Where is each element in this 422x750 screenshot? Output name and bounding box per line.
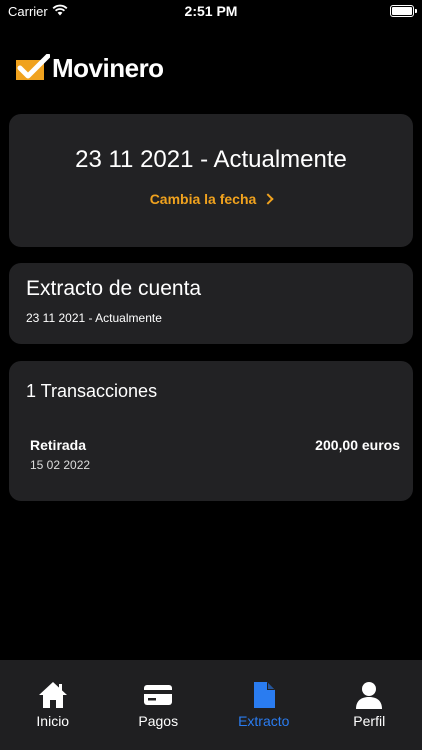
transaction-label: Retirada (30, 437, 87, 453)
status-bar: Carrier 2:51 PM (0, 0, 422, 24)
tab-label: Extracto (238, 713, 290, 729)
document-icon (253, 682, 275, 708)
brand-logo: Movinero (14, 52, 164, 84)
chevron-right-icon (262, 193, 274, 205)
tab-perfil[interactable]: Perfil (317, 660, 422, 750)
checkmark-logo-icon (16, 54, 50, 80)
tab-label: Pagos (138, 713, 179, 729)
tab-inicio[interactable]: Inicio (0, 660, 106, 750)
status-time: 2:51 PM (184, 3, 238, 19)
transactions-card: 1 Transacciones Retirada 15 02 2022 200,… (9, 361, 413, 501)
brand-name: Movinero (52, 52, 164, 83)
change-date-label: Cambia la fecha (149, 191, 257, 207)
change-date-button[interactable]: Cambia la fecha (9, 191, 413, 207)
home-icon (38, 682, 67, 708)
transaction-date: 15 02 2022 (30, 458, 91, 472)
transaction-amount: 200,00 euros (315, 437, 400, 453)
card-icon (144, 685, 173, 705)
tab-extracto[interactable]: Extracto (211, 660, 317, 750)
person-icon (356, 682, 383, 709)
statement-range: 23 11 2021 - Actualmente (26, 311, 162, 325)
battery-icon (390, 5, 417, 17)
date-range-text: 23 11 2021 - Actualmente (75, 146, 347, 173)
tab-pagos[interactable]: Pagos (106, 660, 212, 750)
statement-card: Extracto de cuenta 23 11 2021 - Actualme… (9, 263, 413, 344)
tab-label: Perfil (353, 713, 386, 729)
transaction-row[interactable]: Retirada 15 02 2022 200,00 euros (9, 435, 413, 475)
date-range-card: 23 11 2021 - Actualmente Cambia la fecha (9, 114, 413, 247)
transactions-title: 1 Transacciones (26, 381, 158, 401)
tab-label: Inicio (36, 713, 70, 729)
tab-bar: Inicio Pagos Extracto Perfil (0, 660, 422, 750)
statement-title: Extracto de cuenta (26, 277, 202, 300)
